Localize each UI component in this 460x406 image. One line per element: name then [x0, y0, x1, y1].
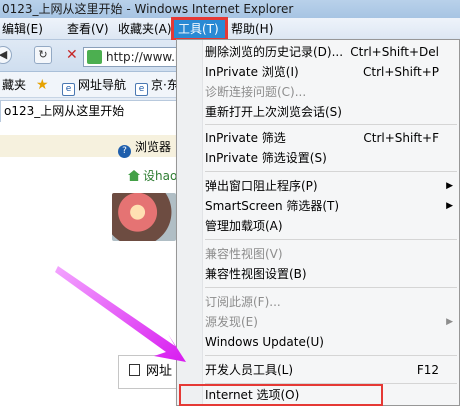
menu-item-label: Windows Update(U) — [205, 335, 324, 349]
menu-item-label: 兼容性视图设置(B) — [205, 267, 307, 281]
tools-dropdown-menu: 删除浏览的历史记录(D)... Ctrl+Shift+Del InPrivate… — [176, 39, 460, 406]
menu-item-label: SmartScreen 筛选器(T) — [205, 199, 340, 213]
menu-item-feed-discovery: 源发现(E) ▶ — [177, 312, 459, 332]
menu-item-label: 诊断连接问题(C)... — [205, 85, 307, 99]
menu-item-label: Internet 选项(O) — [205, 388, 300, 402]
sethome-text: 设hao — [143, 169, 178, 183]
address-input[interactable]: http://www.h — [83, 47, 183, 67]
fav-link-jd-label: 京·东 — [151, 78, 179, 92]
menu-tools[interactable]: 工具(T) — [171, 17, 228, 41]
document-icon — [129, 364, 140, 376]
tab-title: o123_上网从这里开始 — [4, 104, 125, 118]
menu-item-smartscreen[interactable]: SmartScreen 筛选器(T) ▶ — [177, 196, 459, 216]
sethome-link[interactable]: 设hao — [128, 167, 177, 185]
menu-separator — [205, 355, 457, 356]
back-arrow-icon[interactable]: ◀ — [0, 46, 12, 64]
menu-item-label: 源发现(E) — [205, 315, 258, 329]
menu-item-label: 开发人员工具(L) — [205, 363, 294, 377]
fav-link-nav[interactable]: e 网址导航 — [62, 76, 127, 96]
menu-item-delete-history[interactable]: 删除浏览的历史记录(D)... Ctrl+Shift+Del — [177, 42, 459, 62]
menu-item-compat-view-settings[interactable]: 兼容性视图设置(B) — [177, 264, 459, 284]
stop-glyph: ✕ — [66, 47, 78, 63]
menu-edit[interactable]: 编辑(E) — [2, 18, 43, 40]
menu-separator — [205, 239, 457, 240]
menu-item-windows-update[interactable]: Windows Update(U) — [177, 332, 459, 352]
menu-item-shortcut: F12 — [416, 363, 439, 377]
menu-item-shortcut: Ctrl+Shift+F — [363, 131, 439, 145]
menu-item-manage-addons[interactable]: 管理加载项(A) — [177, 216, 459, 236]
menu-item-label: 订阅此源(F)... — [205, 295, 281, 309]
menu-item-internet-options[interactable]: Internet 选项(O) — [179, 384, 383, 406]
home-icon — [128, 170, 140, 181]
menu-item-popup-blocker[interactable]: 弹出窗口阻止程序(P) ▶ — [177, 176, 459, 196]
site-favicon-icon — [87, 50, 102, 64]
favorites-button[interactable]: 藏夹 — [2, 76, 26, 94]
submenu-arrow-icon: ▶ — [446, 201, 453, 211]
fav-link-jd[interactable]: e 京·东 — [135, 76, 179, 96]
menu-item-inprivate-browse[interactable]: InPrivate 浏览(I) Ctrl+Shift+P — [177, 62, 459, 82]
menubar: 编辑(E) 查看(V) 收藏夹(A) 工具(T) 帮助(H) — [0, 17, 460, 41]
menu-item-shortcut: Ctrl+Shift+Del — [350, 45, 439, 59]
help-icon: ? — [118, 145, 131, 158]
menu-item-diagnose: 诊断连接问题(C)... — [177, 82, 459, 102]
menu-separator — [205, 383, 457, 384]
menu-favorites[interactable]: 收藏夹(A) — [118, 18, 172, 40]
address-url: http://www.h — [106, 50, 183, 64]
ie-page-icon: e — [62, 83, 75, 96]
menu-separator — [205, 124, 457, 125]
window-title: 0123_上网从这里开始 - Windows Internet Explorer — [2, 2, 294, 16]
star-icon[interactable]: ★ — [36, 76, 49, 94]
help-text: 浏览器 — [135, 140, 172, 154]
menu-item-label: 弹出窗口阻止程序(P) — [205, 179, 318, 193]
menu-item-label: InPrivate 筛选设置(S) — [205, 151, 327, 165]
submenu-arrow-icon: ▶ — [446, 317, 453, 327]
menu-item-reopen-session[interactable]: 重新打开上次浏览会话(S) — [177, 102, 459, 122]
menu-item-shortcut: Ctrl+Shift+P — [363, 65, 439, 79]
banner-image — [112, 193, 176, 241]
window-titlebar: 0123_上网从这里开始 - Windows Internet Explorer — [0, 0, 460, 18]
ie-page-icon: e — [135, 83, 148, 96]
menu-view[interactable]: 查看(V) — [67, 18, 109, 40]
menu-item-inprivate-filter[interactable]: InPrivate 筛选 Ctrl+Shift+F — [177, 128, 459, 148]
menu-item-label: 重新打开上次浏览会话(S) — [205, 105, 342, 119]
menu-item-inprivate-filter-settings[interactable]: InPrivate 筛选设置(S) — [177, 148, 459, 168]
search-tab[interactable]: 网址 — [118, 355, 180, 389]
menu-item-label: 管理加载项(A) — [205, 219, 283, 233]
tab-current[interactable]: o123_上网从这里开始 — [0, 100, 180, 122]
fav-link-nav-label: 网址导航 — [78, 78, 127, 92]
menu-item-label: 兼容性视图(V) — [205, 247, 283, 261]
search-tab-label: 网址 — [146, 364, 173, 379]
help-link[interactable]: ? 浏览器 — [118, 138, 172, 158]
menu-separator — [205, 287, 457, 288]
menu-item-label: InPrivate 筛选 — [205, 131, 286, 145]
stop-icon[interactable]: ✕ — [66, 47, 80, 63]
menu-item-label: InPrivate 浏览(I) — [205, 65, 299, 79]
refresh-icon[interactable]: ↻ — [34, 46, 52, 64]
menu-item-subscribe-feed: 订阅此源(F)... — [177, 292, 459, 312]
menu-help[interactable]: 帮助(H) — [231, 18, 273, 40]
menu-item-compat-view: 兼容性视图(V) — [177, 244, 459, 264]
menu-separator — [205, 171, 457, 172]
menu-item-developer-tools[interactable]: 开发人员工具(L) F12 — [177, 360, 459, 380]
menu-item-label: 删除浏览的历史记录(D)... — [205, 45, 344, 59]
submenu-arrow-icon: ▶ — [446, 181, 453, 191]
